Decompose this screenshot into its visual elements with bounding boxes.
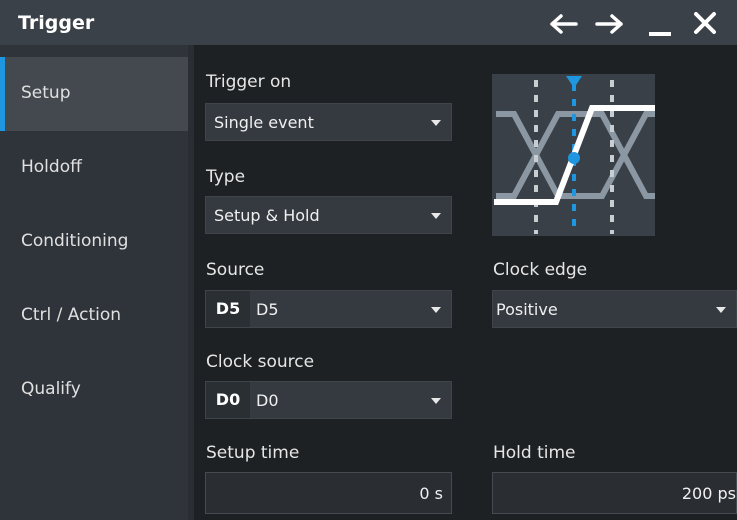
source-label: Source [206, 260, 265, 280]
clock-source-label: Clock source [206, 352, 315, 372]
dialog-title: Trigger [18, 12, 95, 34]
close-icon[interactable] [690, 8, 722, 40]
clock-source-select[interactable]: D0 D0 [205, 381, 452, 419]
sidebar-item-setup[interactable]: Setup [0, 57, 188, 131]
source-select[interactable]: D5 D5 [205, 290, 452, 328]
setup-time-input[interactable]: 0 s [205, 472, 452, 514]
sidebar-item-label: Conditioning [21, 231, 129, 251]
type-value: Setup & Hold [214, 206, 320, 225]
sidebar-item-label: Setup [21, 83, 71, 103]
forward-arrow-icon[interactable] [593, 8, 625, 40]
chevron-down-icon [716, 307, 726, 313]
hold-time-value: 200 ps [681, 484, 736, 503]
sidebar-item-qualify[interactable]: Qualify [0, 353, 188, 427]
source-value: D5 [256, 300, 279, 319]
setup-hold-diagram [492, 74, 655, 236]
sidebar-divider [188, 45, 194, 520]
sidebar-item-label: Qualify [21, 379, 81, 399]
setup-time-value: 0 s [419, 484, 443, 503]
clock-edge-value: Positive [496, 300, 558, 319]
chevron-down-icon [431, 120, 441, 126]
sidebar-item-label: Holdoff [21, 157, 82, 177]
hold-time-label: Hold time [493, 443, 576, 463]
trigger-dialog: Trigger Setup Holdoff Conditioning Ctrl … [0, 0, 737, 520]
clock-source-value: D0 [256, 391, 279, 410]
chevron-down-icon [431, 398, 441, 404]
back-arrow-icon[interactable] [548, 8, 580, 40]
chevron-down-icon [431, 213, 441, 219]
setup-time-label: Setup time [206, 443, 300, 463]
trigger-on-label: Trigger on [206, 72, 292, 92]
sidebar-item-conditioning[interactable]: Conditioning [0, 205, 188, 279]
chevron-down-icon [431, 307, 441, 313]
title-bar: Trigger [0, 0, 737, 45]
sidebar-item-holdoff[interactable]: Holdoff [0, 131, 188, 205]
trigger-on-select[interactable]: Single event [205, 103, 452, 141]
type-select[interactable]: Setup & Hold [205, 196, 452, 234]
source-channel-badge: D5 [206, 291, 250, 327]
trigger-on-value: Single event [214, 113, 314, 132]
sidebar: Setup Holdoff Conditioning Ctrl / Action… [0, 45, 188, 520]
sidebar-item-ctrl-action[interactable]: Ctrl / Action [0, 279, 188, 353]
hold-time-input[interactable]: 200 ps [492, 472, 737, 514]
clock-edge-label: Clock edge [493, 260, 588, 280]
clock-edge-select[interactable]: Positive [492, 290, 737, 328]
minimize-icon[interactable] [645, 8, 677, 40]
type-label: Type [206, 167, 246, 187]
sidebar-item-label: Ctrl / Action [21, 305, 122, 325]
clock-source-channel-badge: D0 [206, 382, 250, 418]
